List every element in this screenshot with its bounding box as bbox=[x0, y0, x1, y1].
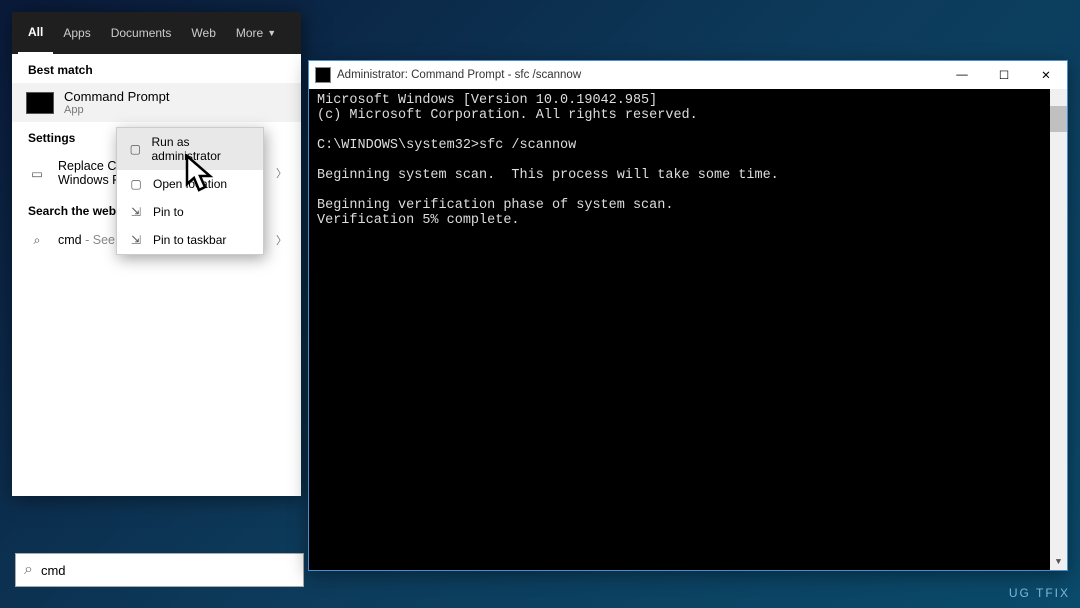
chevron-right-icon: 〉 bbox=[276, 165, 287, 181]
settings-line2: Windows P bbox=[58, 173, 123, 187]
section-best-match: Best match bbox=[12, 54, 301, 83]
scrollbar[interactable]: ▲ ▼ bbox=[1050, 89, 1067, 570]
pin-icon: ⇲ bbox=[127, 205, 145, 219]
search-input[interactable] bbox=[41, 563, 295, 578]
tab-more[interactable]: More▼ bbox=[226, 26, 286, 40]
titlebar[interactable]: Administrator: Command Prompt - sfc /sca… bbox=[309, 61, 1067, 89]
folder-icon: ▢ bbox=[127, 177, 145, 191]
tab-apps[interactable]: Apps bbox=[53, 12, 100, 54]
maximize-button[interactable]: ☐ bbox=[983, 61, 1025, 89]
tab-documents[interactable]: Documents bbox=[101, 12, 182, 54]
scroll-down-icon[interactable]: ▼ bbox=[1050, 553, 1067, 570]
scroll-thumb[interactable] bbox=[1050, 106, 1067, 132]
search-box[interactable]: ⌕ bbox=[15, 553, 304, 587]
match-subtitle: App bbox=[64, 104, 169, 116]
chevron-right-icon: 〉 bbox=[276, 232, 287, 248]
cmd-icon bbox=[315, 67, 331, 83]
ctx-pin-taskbar[interactable]: ⇲Pin to taskbar bbox=[117, 226, 263, 254]
mouse-cursor-icon bbox=[184, 154, 218, 196]
settings-line1: Replace Co bbox=[58, 159, 123, 173]
minimize-button[interactable]: — bbox=[941, 61, 983, 89]
best-match-command-prompt[interactable]: Command Prompt App bbox=[12, 83, 301, 122]
command-prompt-window: Administrator: Command Prompt - sfc /sca… bbox=[308, 60, 1068, 571]
ctx-pin-start[interactable]: ⇲Pin to bbox=[117, 198, 263, 226]
tab-all[interactable]: All bbox=[18, 12, 53, 54]
search-icon: ⌕ bbox=[26, 233, 48, 248]
admin-icon: ▢ bbox=[127, 142, 144, 156]
chevron-down-icon: ▼ bbox=[267, 28, 276, 38]
console-output[interactable]: Microsoft Windows [Version 10.0.19042.98… bbox=[309, 89, 1067, 570]
watermark: UG TFIX bbox=[1009, 586, 1070, 600]
close-button[interactable]: ✕ bbox=[1025, 61, 1067, 89]
window-title: Administrator: Command Prompt - sfc /sca… bbox=[337, 69, 581, 81]
web-term: cmd bbox=[58, 233, 82, 247]
match-title: Command Prompt bbox=[64, 89, 169, 104]
pin-icon: ⇲ bbox=[127, 233, 145, 247]
settings-icon: ▭ bbox=[26, 166, 48, 181]
search-icon: ⌕ bbox=[24, 561, 33, 579]
tab-web[interactable]: Web bbox=[181, 12, 225, 54]
cmd-icon bbox=[26, 92, 54, 114]
search-tabs: All Apps Documents Web More▼ bbox=[12, 12, 301, 54]
